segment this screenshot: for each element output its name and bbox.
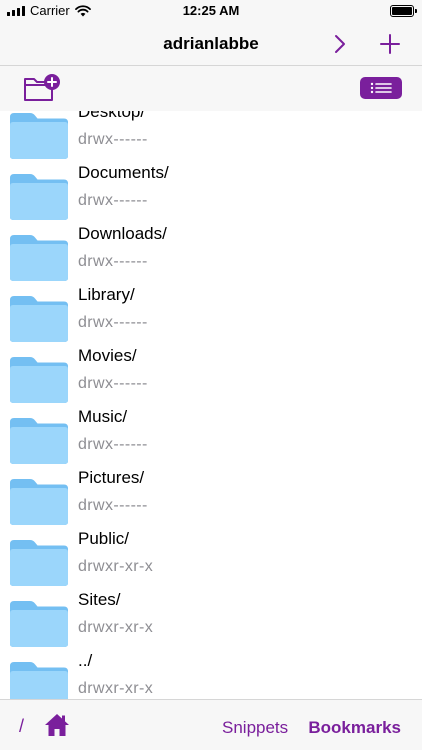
folder-icon [8, 233, 70, 282]
folder-icon [8, 660, 70, 699]
home-icon [45, 714, 69, 736]
file-name: ../ [78, 651, 93, 670]
page-title: adrianlabbe [163, 34, 259, 53]
file-row[interactable]: Movies/drwx------ [0, 346, 422, 407]
file-permissions: drwxr-xr-x [78, 619, 154, 636]
folder-icon [8, 172, 70, 221]
file-row[interactable]: Library/drwx------ [0, 285, 422, 346]
list-view-button[interactable] [360, 77, 402, 99]
file-row[interactable]: Desktop/drwx------ [0, 111, 422, 163]
file-row[interactable]: Sites/drwxr-xr-x [0, 590, 422, 651]
folder-icon [8, 355, 70, 404]
file-permissions: drwx------ [78, 192, 148, 209]
forward-button[interactable] [324, 28, 356, 60]
file-row[interactable]: Downloads/drwx------ [0, 224, 422, 285]
plus-icon [380, 34, 400, 54]
toolbar [0, 66, 422, 111]
file-name: Public/ [78, 529, 130, 548]
chevron-right-icon [335, 35, 345, 53]
root-button[interactable]: / [19, 716, 24, 737]
file-name: Desktop/ [78, 111, 146, 121]
file-permissions: drwx------ [78, 314, 148, 331]
status-time: 12:25 AM [182, 3, 240, 18]
folder-icon [8, 294, 70, 343]
status-bar: Carrier 12:25 AM [0, 0, 422, 22]
file-permissions: drwx------ [78, 497, 148, 514]
file-name: Documents/ [78, 163, 169, 182]
file-row[interactable]: Pictures/drwx------ [0, 468, 422, 529]
file-list: Desktop/drwx------ Documents/drwx------ Do… [0, 111, 422, 699]
folder-icon [8, 111, 70, 160]
file-row[interactable]: Documents/drwx------ [0, 163, 422, 224]
add-button[interactable] [374, 28, 406, 60]
folder-icon [8, 416, 70, 465]
new-folder-button[interactable] [22, 72, 62, 104]
list-icon [370, 82, 392, 94]
file-permissions: drwx------ [78, 253, 148, 270]
snippets-button[interactable]: Snippets [222, 718, 288, 738]
file-name: Library/ [78, 285, 135, 304]
bookmarks-button[interactable]: Bookmarks [308, 718, 401, 738]
file-name: Music/ [78, 407, 128, 426]
file-permissions: drwx------ [78, 375, 148, 392]
folder-icon [8, 477, 70, 526]
file-permissions: drwx------ [78, 436, 148, 453]
folder-icon [8, 538, 70, 587]
file-permissions: drwx------ [78, 131, 148, 148]
navigation-bar: adrianlabbe [0, 22, 422, 66]
file-name: Downloads/ [78, 224, 167, 243]
file-permissions: drwxr-xr-x [78, 680, 154, 697]
file-row[interactable]: Public/drwxr-xr-x [0, 529, 422, 590]
folder-plus-icon [24, 74, 60, 101]
file-row[interactable]: ../ drwxr-xr-x [0, 651, 422, 699]
file-name: Movies/ [78, 346, 137, 365]
bottom-bar: / Snippets Bookmarks [0, 699, 422, 750]
folder-icon [8, 599, 70, 648]
file-row[interactable]: Music/drwx------ [0, 407, 422, 468]
file-name: Sites/ [78, 590, 121, 609]
battery-icon [390, 5, 417, 17]
home-button[interactable] [44, 713, 70, 737]
file-name: Pictures/ [78, 468, 145, 487]
file-permissions: drwxr-xr-x [78, 558, 154, 575]
